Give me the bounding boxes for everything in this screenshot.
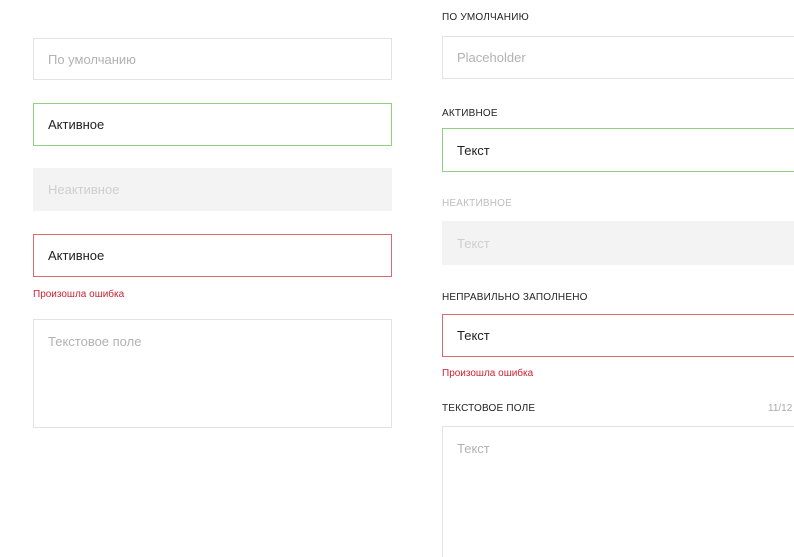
error-input-field[interactable] bbox=[34, 235, 391, 276]
active-input-field[interactable] bbox=[34, 104, 391, 145]
textarea[interactable] bbox=[33, 319, 392, 428]
disabled-input-field bbox=[34, 169, 391, 210]
textarea-right-input[interactable] bbox=[443, 427, 794, 557]
active-input-right-field[interactable] bbox=[443, 129, 794, 171]
textarea-label: ТЕКСТОВОЕ ПОЛЕ bbox=[442, 403, 536, 414]
error-input[interactable] bbox=[33, 234, 392, 277]
default-input-right-field[interactable] bbox=[443, 37, 794, 78]
error-message: Произошла ошибка bbox=[33, 289, 125, 300]
default-input-field[interactable] bbox=[34, 39, 391, 79]
default-input-right[interactable] bbox=[442, 36, 794, 79]
active-input[interactable] bbox=[33, 103, 392, 146]
default-input[interactable] bbox=[33, 38, 392, 80]
active-input-right[interactable] bbox=[442, 128, 794, 172]
active-field-label: АКТИВНОЕ bbox=[442, 108, 498, 119]
disabled-input-right-field bbox=[443, 222, 794, 264]
disabled-input-right bbox=[442, 221, 794, 265]
disabled-input bbox=[33, 168, 392, 211]
textarea-right[interactable] bbox=[442, 426, 794, 557]
error-message-right: Произошла ошибка bbox=[442, 368, 534, 379]
disabled-field-label: НЕАКТИВНОЕ bbox=[442, 198, 513, 209]
character-counter: 11/12 bbox=[768, 403, 793, 414]
error-field-label: НЕПРАВИЛЬНО ЗАПОЛНЕНО bbox=[442, 292, 588, 303]
form-fields-showcase: Произошла ошибка ПО УМОЛЧАНИЮ АКТИВНОЕ Н… bbox=[0, 0, 794, 557]
default-field-label: ПО УМОЛЧАНИЮ bbox=[442, 12, 529, 23]
textarea-input[interactable] bbox=[34, 320, 391, 427]
error-input-right[interactable] bbox=[442, 314, 794, 357]
error-input-right-field[interactable] bbox=[443, 315, 794, 356]
